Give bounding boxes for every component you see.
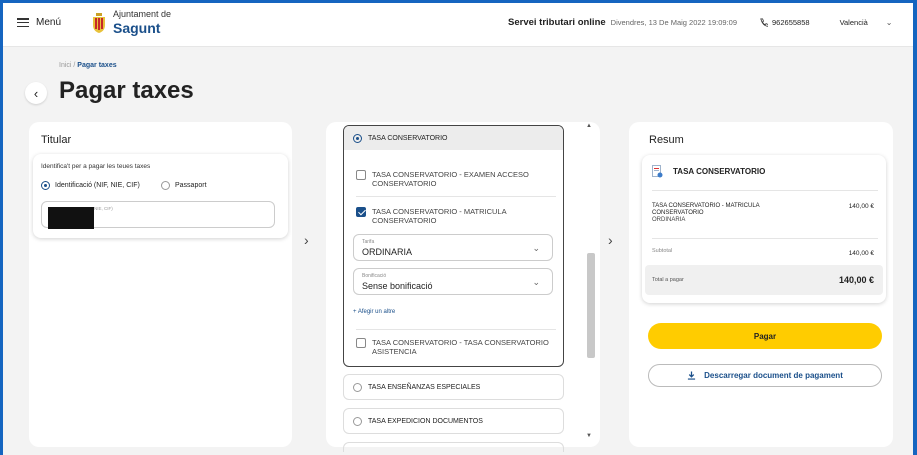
divider: [356, 329, 556, 330]
taxes-card: TASA CONSERVATORIO TASA CONSERVATORIO - …: [326, 122, 600, 452]
menu-label: Menú: [36, 17, 62, 28]
subtotal-label: Subtotal: [652, 248, 673, 254]
tax-group-partial: [343, 442, 564, 452]
tarifa-value: ORDINARIA: [362, 247, 413, 257]
top-header: Menú Ajuntament de Sagunt Servei tributa…: [3, 3, 913, 47]
resum-item-sub: ORDINARIA: [652, 217, 686, 223]
radio-indicator: [353, 416, 362, 426]
tax-item-asistencia[interactable]: TASA CONSERVATORIO - TASA CONSERVATORIO …: [356, 338, 560, 356]
id-input-hint: NIE, CIF): [94, 206, 113, 211]
breadcrumb: Inici / Pagar taxes: [59, 62, 117, 69]
radio-indicator: [353, 133, 362, 143]
resum-group-label: TASA CONSERVATORIO: [673, 167, 766, 176]
tax-item-label: TASA CONSERVATORIO - TASA CONSERVATORIO …: [372, 338, 549, 356]
divider: [652, 238, 878, 239]
service-title: Servei tributari online: [508, 17, 606, 28]
resum-heading: Resum: [649, 134, 684, 146]
menu-button[interactable]: Menú: [17, 17, 61, 28]
org-logo[interactable]: Ajuntament de Sagunt: [91, 9, 171, 36]
chevron-down-icon: ⌄: [532, 243, 540, 253]
bonificacio-value: Sense bonificació: [362, 281, 433, 291]
checkbox: [356, 338, 366, 348]
chevron-down-icon[interactable]: ⌄: [886, 18, 893, 27]
redacted-block: [48, 207, 94, 229]
scroll-up-icon[interactable]: ▲: [586, 123, 592, 129]
divider: [356, 196, 556, 197]
total-label: Total a pagar: [652, 277, 684, 283]
breadcrumb-current: Pagar taxes: [77, 62, 117, 69]
tarifa-select[interactable]: Tarifa ORDINARIA ⌄: [353, 234, 553, 261]
resum-box: TASA CONSERVATORIO TASA CONSERVATORIO - …: [642, 155, 886, 303]
phone-link[interactable]: 962655858: [759, 18, 810, 27]
phone-number: 962655858: [772, 18, 810, 27]
tax-group-label: TASA EXPEDICION DOCUMENTOS: [368, 417, 483, 425]
radio-indicator: [41, 181, 50, 190]
phone-icon: [760, 18, 769, 27]
tax-group-ensenanzas[interactable]: TASA ENSEÑANZAS ESPECIALES: [343, 374, 564, 400]
tax-group-label: TASA ENSEÑANZAS ESPECIALES: [368, 383, 481, 391]
checkbox: [356, 170, 366, 180]
tax-group-radio[interactable]: TASA CONSERVATORIO: [344, 126, 563, 150]
identification-box: Identifica't per a pagar les teues taxes…: [33, 154, 288, 238]
language-selector[interactable]: Valencià: [840, 18, 868, 27]
chevron-down-icon: ⌄: [532, 277, 540, 287]
scrollbar-thumb[interactable]: [587, 253, 595, 358]
tarifa-label: Tarifa: [362, 239, 375, 245]
download-icon: [688, 371, 696, 380]
chevron-left-icon: ‹: [33, 85, 39, 101]
download-button[interactable]: Descarregar document de pagament: [648, 364, 882, 387]
bonificacio-select[interactable]: Bonificació Sense bonificació ⌄: [353, 268, 553, 295]
org-line2: Sagunt: [113, 20, 161, 36]
identify-prompt: Identifica't per a pagar les teues taxes: [41, 163, 151, 170]
app-frame: Menú Ajuntament de Sagunt Servei tributa…: [3, 3, 913, 455]
add-other-link[interactable]: + Afegir un altre: [353, 309, 395, 315]
resum-item-name: TASA CONSERVATORIO - MATRICULA CONSERVAT…: [652, 203, 760, 216]
checkbox-checked: [356, 207, 366, 217]
resum-card: Resum TASA CONSERVATORIO TASA CONSERVATO…: [629, 122, 893, 447]
tax-item-label: TASA CONSERVATORIO - MATRICULA CONSERVAT…: [372, 207, 507, 225]
radio-identificacio-label: Identificació (NIF, NIE, CIF): [55, 182, 140, 189]
coat-of-arms-icon: [93, 12, 105, 33]
radio-indicator: [161, 181, 170, 190]
download-button-label: Descarregar document de pagament: [704, 371, 843, 380]
hamburger-icon: [17, 18, 29, 27]
scroll-down-icon[interactable]: ▼: [586, 433, 592, 439]
tax-group-label: TASA CONSERVATORIO: [368, 134, 448, 142]
radio-passaport-label: Passaport: [175, 182, 207, 189]
titular-heading: Titular: [41, 134, 72, 146]
org-line1: Ajuntament de: [113, 9, 172, 19]
total-value: 140,00 €: [838, 275, 874, 285]
tax-item-examen[interactable]: TASA CONSERVATORIO - EXAMEN ACCESO CONSE…: [356, 170, 556, 188]
resum-item-amount: 140,00 €: [848, 203, 874, 210]
chevron-right-icon: ›: [608, 232, 613, 248]
tax-group-expanded: TASA CONSERVATORIO TASA CONSERVATORIO - …: [343, 125, 564, 367]
pay-button[interactable]: Pagar: [648, 323, 882, 349]
radio-passaport[interactable]: Passaport: [161, 181, 207, 190]
datetime: Divendres, 13 De Maig 2022 19:09:09: [610, 18, 738, 27]
pay-button-label: Pagar: [753, 331, 777, 341]
chevron-right-icon: ›: [304, 232, 309, 248]
radio-indicator: [353, 382, 362, 392]
radio-identificacio[interactable]: Identificació (NIF, NIE, CIF): [41, 181, 140, 190]
id-input[interactable]: NIE, CIF): [41, 201, 275, 229]
resum-group-header: TASA CONSERVATORIO: [652, 165, 765, 178]
breadcrumb-home[interactable]: Inici: [59, 62, 71, 69]
divider: [652, 190, 878, 191]
back-button[interactable]: ‹: [25, 82, 47, 104]
titular-card: Titular Identifica't per a pagar les teu…: [29, 122, 292, 447]
tax-item-matricula[interactable]: TASA CONSERVATORIO - MATRICULA CONSERVAT…: [356, 207, 556, 225]
tax-group-expedicion[interactable]: TASA EXPEDICION DOCUMENTOS: [343, 408, 564, 434]
total-row: Total a pagar 140,00 €: [645, 265, 883, 295]
document-icon: [652, 165, 663, 178]
subtotal-value: 140,00 €: [848, 250, 874, 257]
tax-item-label: TASA CONSERVATORIO - EXAMEN ACCESO CONSE…: [372, 170, 529, 188]
bonificacio-label: Bonificació: [362, 273, 387, 279]
page-title: Pagar taxes: [59, 77, 194, 104]
